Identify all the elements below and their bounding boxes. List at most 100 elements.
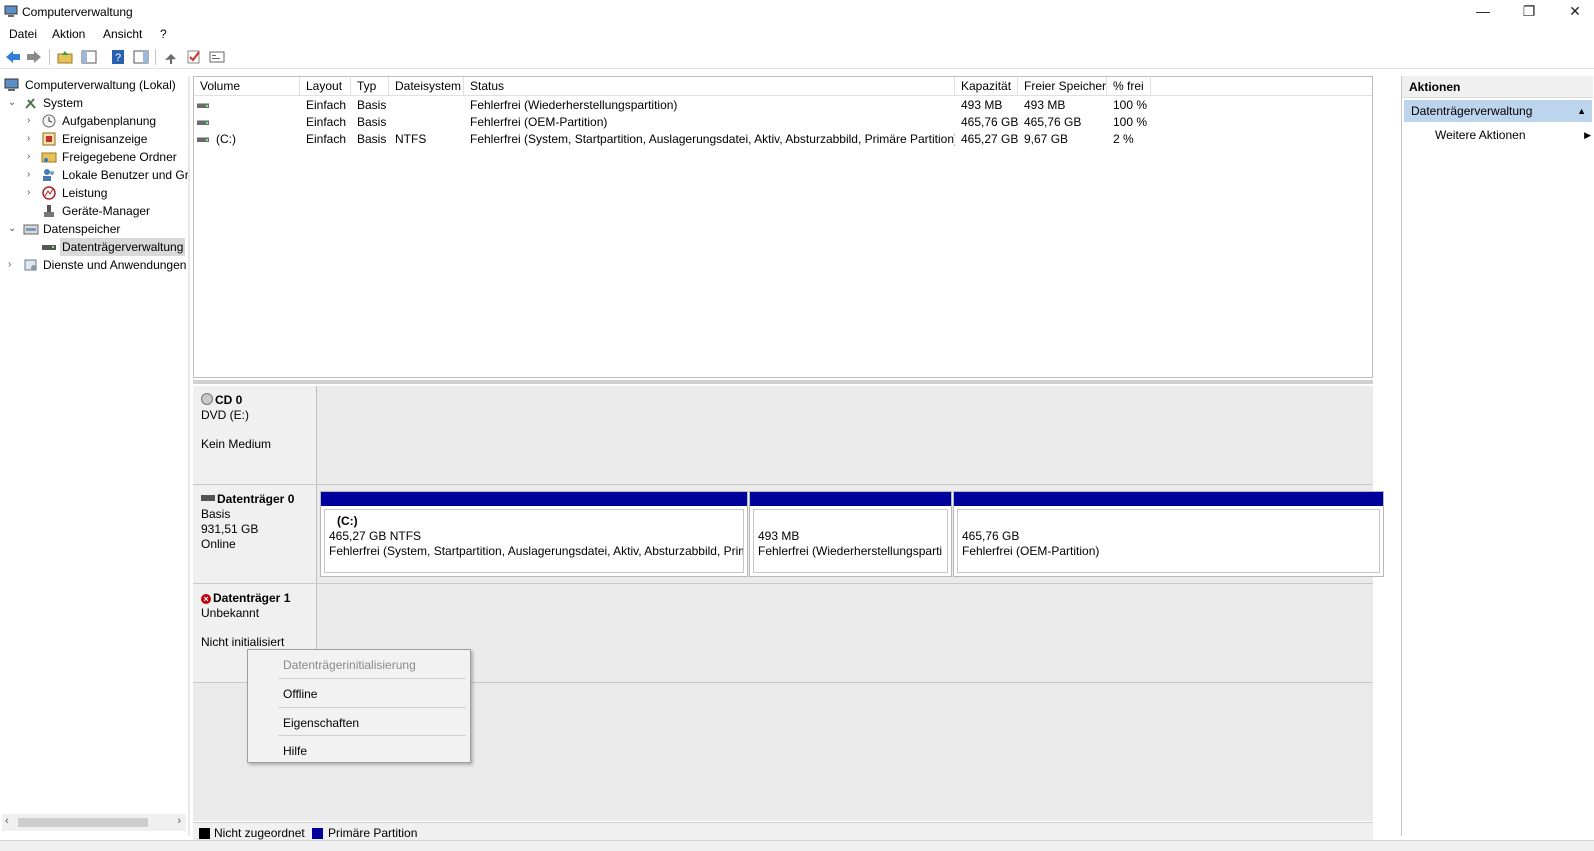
- up-folder-icon[interactable]: [56, 49, 74, 65]
- cell-prozent-frei: 2 %: [1113, 132, 1134, 146]
- partition-title: (C:): [337, 514, 358, 528]
- menu-help[interactable]: ?: [160, 27, 167, 41]
- cell-freier-speicher: 493 MB: [1024, 98, 1066, 112]
- menu-ansicht[interactable]: Ansicht: [103, 27, 142, 41]
- column-header-prozent-frei[interactable]: % frei: [1107, 77, 1151, 96]
- column-header-dateisystem[interactable]: Dateisystem: [389, 77, 464, 96]
- menu-item-eigenschaften[interactable]: Eigenschaften: [283, 716, 359, 730]
- legend-swatch-unallocated: [199, 828, 210, 839]
- properties-icon[interactable]: [208, 49, 226, 65]
- disk-status: Online: [201, 537, 236, 551]
- window-title: Computerverwaltung: [22, 5, 133, 19]
- tools-icon: [25, 98, 36, 109]
- section-label: Datenträgerverwaltung: [1411, 104, 1533, 118]
- event-viewer-icon: [42, 132, 56, 146]
- actions-section-datentraegerverwaltung[interactable]: Datenträgerverwaltung ▲: [1404, 100, 1592, 122]
- back-icon[interactable]: [4, 49, 22, 65]
- volume-icon: [197, 103, 209, 108]
- chevron-down-icon[interactable]: ⌄: [8, 94, 18, 112]
- scrollbar-thumb[interactable]: [18, 818, 148, 827]
- scroll-right-icon[interactable]: ›: [177, 815, 181, 827]
- scroll-left-icon[interactable]: ‹: [5, 815, 9, 827]
- column-header-layout[interactable]: Layout: [300, 77, 351, 96]
- column-header-typ[interactable]: Typ: [351, 77, 389, 96]
- navigation-tree: Computerverwaltung (Lokal) ⌄ System › Au…: [2, 76, 188, 836]
- chevron-right-icon[interactable]: ›: [27, 112, 37, 130]
- column-header-kapazitaet[interactable]: Kapazität: [955, 77, 1018, 96]
- show-action-pane-icon[interactable]: [132, 49, 150, 65]
- table-row[interactable]: Einfach Basis Fehlerfrei (OEM-Partition)…: [194, 114, 1372, 131]
- disk-area: [318, 386, 1373, 484]
- partition-size: 465,27 GB NTFS: [329, 529, 422, 543]
- menu-aktion[interactable]: Aktion: [52, 27, 85, 41]
- partition-recovery[interactable]: 493 MB Fehlerfrei (Wiederherstellungspar…: [749, 491, 952, 577]
- help-icon[interactable]: ?: [109, 49, 127, 65]
- pane-splitter-horizontal[interactable]: [193, 380, 1373, 384]
- disk-name: Datenträger 1: [213, 591, 291, 605]
- context-menu: Datenträgerinitialisierung Offline Eigen…: [247, 649, 471, 763]
- action-label: Weitere Aktionen: [1435, 128, 1526, 142]
- shared-folder-icon: [41, 152, 57, 163]
- chevron-right-icon[interactable]: ›: [27, 166, 37, 184]
- storage-icon: [23, 224, 39, 235]
- disk-label[interactable]: CD 0 DVD (E:) Kein Medium: [193, 386, 317, 484]
- chevron-right-icon[interactable]: ›: [27, 148, 37, 166]
- cell-status: Fehlerfrei (OEM-Partition): [470, 115, 608, 129]
- submenu-arrow-icon: ▶: [1584, 130, 1591, 140]
- primary-partition-bar: [954, 492, 1383, 506]
- cell-freier-speicher: 9,67 GB: [1024, 132, 1069, 146]
- tree-label: Geräte-Manager: [62, 204, 151, 218]
- check-icon[interactable]: [185, 49, 203, 65]
- table-row[interactable]: Einfach Basis Fehlerfrei (Wiederherstell…: [194, 97, 1372, 114]
- legend-swatch-primary: [312, 828, 323, 839]
- connect-icon[interactable]: [162, 49, 180, 65]
- chevron-down-icon[interactable]: ⌄: [8, 220, 18, 238]
- disk-label[interactable]: Datenträger 0 Basis 931,51 GB Online: [193, 485, 317, 583]
- partition-oem[interactable]: 465,76 GB Fehlerfrei (OEM-Partition): [953, 491, 1384, 577]
- menu-item-datentraegerinitialisierung[interactable]: Datenträgerinitialisierung: [283, 658, 416, 672]
- cell-kapazitaet: 465,76 GB: [961, 115, 1018, 129]
- cell-freier-speicher: 465,76 GB: [1024, 115, 1082, 129]
- partition-size: 493 MB: [758, 529, 800, 543]
- column-header-freier-speicher[interactable]: Freier Speicher: [1018, 77, 1107, 96]
- menu-item-offline[interactable]: Offline: [283, 687, 317, 701]
- restore-button[interactable]: ❐: [1506, 0, 1552, 24]
- cell-typ: Basis: [357, 132, 387, 146]
- tree-label: Aufgabenplanung: [62, 114, 157, 128]
- disk-area: [318, 584, 1373, 682]
- chevron-right-icon[interactable]: ›: [27, 184, 37, 202]
- disk-row-cd0[interactable]: CD 0 DVD (E:) Kein Medium: [193, 386, 1373, 485]
- cell-layout: Einfach: [306, 115, 347, 129]
- cell-status: Fehlerfrei (System, Startpartition, Ausl…: [470, 132, 955, 146]
- chevron-right-icon[interactable]: ›: [8, 256, 18, 274]
- chevron-right-icon[interactable]: ›: [27, 130, 37, 148]
- disk-management-icon: [42, 245, 56, 250]
- volume-icon: [197, 120, 209, 125]
- table-row[interactable]: (C:) Einfach Basis NTFS Fehlerfrei (Syst…: [194, 131, 1372, 148]
- cd-drive-icon: [201, 393, 213, 405]
- menu-datei[interactable]: Datei: [9, 27, 37, 41]
- partition-status: Fehlerfrei (System, Startpartition, Ausl…: [329, 544, 744, 558]
- partition-c[interactable]: (C:) 465,27 GB NTFS Fehlerfrei (System, …: [320, 491, 748, 577]
- pane-splitter[interactable]: [188, 76, 190, 836]
- collapse-up-icon[interactable]: ▲: [1577, 100, 1586, 122]
- menu-separator: [278, 735, 466, 736]
- computer-management-icon: [4, 78, 19, 91]
- toolbar-separator: [49, 49, 50, 65]
- status-bar: [0, 840, 1594, 851]
- column-header-volume[interactable]: Volume: [194, 77, 300, 96]
- show-hide-tree-icon[interactable]: [80, 49, 98, 65]
- cell-volume: (C:): [216, 132, 236, 146]
- column-header-status[interactable]: Status: [464, 77, 955, 96]
- disk-row-disk0[interactable]: Datenträger 0 Basis 931,51 GB Online (C:…: [193, 485, 1384, 584]
- volume-icon: [197, 137, 209, 142]
- cell-prozent-frei: 100 %: [1113, 115, 1148, 129]
- partition-status: Fehlerfrei (OEM-Partition): [962, 544, 1100, 558]
- svg-text:?: ?: [115, 52, 121, 64]
- menu-item-hilfe[interactable]: Hilfe: [283, 744, 307, 758]
- close-button[interactable]: ✕: [1552, 0, 1594, 24]
- action-more-actions[interactable]: Weitere Aktionen ▶: [1435, 126, 1591, 144]
- forward-icon[interactable]: [25, 49, 43, 65]
- tree-horizontal-scrollbar[interactable]: ‹ ›: [2, 814, 186, 831]
- minimize-button[interactable]: —: [1460, 0, 1506, 24]
